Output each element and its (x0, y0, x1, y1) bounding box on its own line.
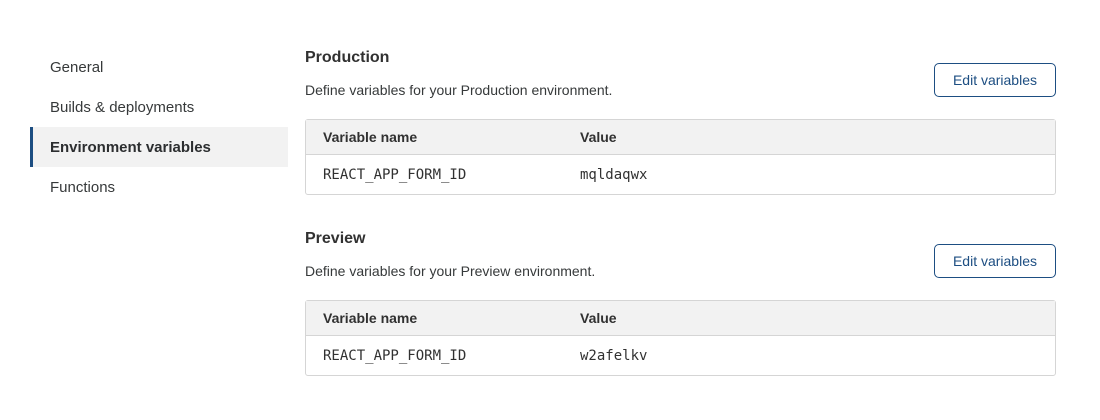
table-row: REACT_APP_FORM_ID mqldaqwx (306, 155, 1055, 194)
table-row: REACT_APP_FORM_ID w2afelkv (306, 336, 1055, 375)
variable-name-cell: REACT_APP_FORM_ID (306, 155, 563, 194)
sidebar-item-label: General (50, 59, 103, 76)
sidebar-item-builds-deployments[interactable]: Builds & deployments (30, 87, 288, 127)
column-header-variable-name: Variable name (306, 301, 563, 336)
table-header-row: Variable name Value (306, 120, 1055, 155)
variable-value-cell: mqldaqwx (563, 155, 1055, 194)
sidebar-item-label: Functions (50, 179, 115, 196)
edit-variables-button-production[interactable]: Edit variables (934, 63, 1056, 97)
column-header-value: Value (563, 120, 1055, 155)
production-variables-table: Variable name Value REACT_APP_FORM_ID mq… (305, 119, 1056, 195)
column-header-variable-name: Variable name (306, 120, 563, 155)
variable-value-cell: w2afelkv (563, 336, 1055, 375)
production-section: Production Edit variables Define variabl… (305, 48, 1056, 195)
variable-name-cell: REACT_APP_FORM_ID (306, 336, 563, 375)
sidebar-item-environment-variables[interactable]: Environment variables (30, 127, 288, 167)
settings-sidebar: General Builds & deployments Environment… (30, 47, 288, 207)
sidebar-item-functions[interactable]: Functions (30, 167, 288, 207)
edit-variables-button-preview[interactable]: Edit variables (934, 244, 1056, 278)
table-header-row: Variable name Value (306, 301, 1055, 336)
environment-variables-content: Production Edit variables Define variabl… (305, 0, 1056, 376)
sidebar-item-general[interactable]: General (30, 47, 288, 87)
sidebar-item-label: Environment variables (50, 139, 211, 156)
preview-section: Preview Edit variables Define variables … (305, 229, 1056, 376)
column-header-value: Value (563, 301, 1055, 336)
preview-variables-table: Variable name Value REACT_APP_FORM_ID w2… (305, 300, 1056, 376)
sidebar-item-label: Builds & deployments (50, 99, 194, 116)
